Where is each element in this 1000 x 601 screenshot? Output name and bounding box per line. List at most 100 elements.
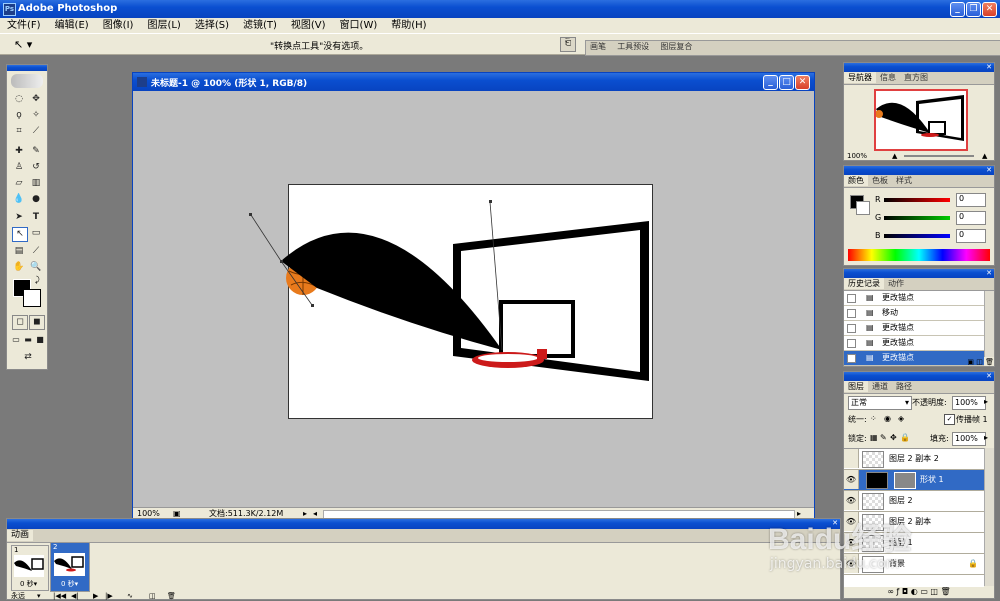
standard-mode-icon[interactable]: ◻ — [12, 315, 28, 330]
well-tab-layer-comps[interactable]: 图层复合 — [656, 41, 696, 52]
g-value[interactable]: 0 — [956, 211, 986, 225]
palette-well-icon[interactable]: ⎗ — [560, 37, 576, 52]
tween-icon[interactable]: ∿ — [127, 591, 133, 601]
history-brush-source-icon[interactable] — [847, 339, 856, 348]
frame-1-delay[interactable]: 0 秒▾ — [20, 579, 37, 589]
brush-tool-icon[interactable]: ✎ — [29, 145, 43, 158]
unify-position-icon[interactable]: ⁘ — [870, 414, 877, 423]
navigator-zoom-field[interactable]: 100% — [847, 151, 867, 161]
history-brush-source-icon[interactable] — [847, 324, 856, 333]
background-color-swatch[interactable] — [23, 289, 41, 307]
history-brush-source-icon[interactable] — [847, 309, 856, 318]
new-group-icon[interactable]: ▭ — [920, 587, 928, 596]
lock-position-icon[interactable]: ✥ — [890, 433, 897, 442]
new-document-from-state-icon[interactable]: ▣ — [967, 358, 974, 366]
next-frame-icon[interactable]: |▶ — [105, 591, 113, 601]
hand-tool-icon[interactable]: ✋ — [12, 261, 26, 274]
path-selection-icon[interactable]: ➤ — [12, 211, 26, 224]
blend-mode-select[interactable]: 正常 ▾ — [848, 396, 912, 410]
color-close-icon[interactable]: ✕ — [986, 166, 992, 174]
frame-2-delay[interactable]: 0 秒▾ — [61, 579, 78, 589]
dodge-tool-icon[interactable]: ● — [29, 193, 43, 206]
doc-maximize-button[interactable]: □ — [779, 75, 794, 90]
zoom-tool-icon[interactable]: 🔍 — [29, 261, 43, 274]
layer-style-icon[interactable]: ƒ — [897, 587, 900, 596]
tab-layers[interactable]: 图层 — [844, 381, 868, 392]
fill-arrow-icon[interactable]: ▸ — [984, 433, 988, 442]
navigator-thumbnail[interactable] — [874, 89, 968, 151]
well-tab-brushes[interactable]: 画笔 — [586, 41, 610, 52]
animation-frame-1[interactable]: 1 0 秒▾ — [11, 545, 49, 591]
tab-navigator[interactable]: 导航器 — [844, 72, 876, 83]
history-brush-icon[interactable]: ↺ — [29, 161, 43, 174]
menu-filter[interactable]: 滤镜(T) — [236, 18, 284, 34]
b-slider[interactable] — [884, 234, 950, 238]
delete-frame-icon[interactable]: 🗑 — [167, 591, 176, 601]
eraser-tool-icon[interactable]: ▱ — [12, 177, 26, 190]
move-tool-icon[interactable]: ✥ — [29, 93, 43, 106]
first-frame-icon[interactable]: |◀◀ — [53, 591, 66, 601]
history-brush-source-icon[interactable] — [847, 294, 856, 303]
menu-help[interactable]: 帮助(H) — [384, 18, 433, 34]
loop-dropdown-icon[interactable]: ▾ — [37, 591, 41, 601]
opacity-arrow-icon[interactable]: ▸ — [984, 397, 988, 406]
pen-tool-icon[interactable]: ↖ — [12, 227, 28, 242]
menu-view[interactable]: 视图(V) — [284, 18, 333, 34]
navigator-close-icon[interactable]: ✕ — [986, 63, 992, 71]
navigator-zoom-slider[interactable] — [904, 155, 974, 157]
history-item[interactable]: ▤ 更改锚点 — [844, 321, 984, 336]
doc-close-button[interactable]: ✕ — [795, 75, 810, 90]
menu-window[interactable]: 窗口(W) — [333, 18, 385, 34]
history-close-icon[interactable]: ✕ — [986, 269, 992, 277]
history-delete-icon[interactable]: 🗑 — [985, 358, 994, 366]
prev-frame-icon[interactable]: ◀| — [71, 591, 79, 601]
unify-style-icon[interactable]: ◈ — [898, 414, 904, 423]
layer-visibility-icon[interactable]: 👁 — [844, 512, 859, 531]
layer-row[interactable]: 👁 形状 1 — [844, 470, 984, 491]
tab-swatches[interactable]: 色板 — [868, 175, 892, 186]
layer-row[interactable]: 👁 背景 🔒 — [844, 554, 984, 575]
lasso-tool-icon[interactable]: ϙ — [12, 109, 26, 122]
tab-paths[interactable]: 路径 — [892, 381, 916, 392]
close-button[interactable]: ✕ — [982, 2, 997, 17]
menu-edit[interactable]: 编辑(E) — [48, 18, 96, 34]
jump-to-imageready-icon[interactable]: ⇄ — [17, 351, 39, 364]
layer-visibility-icon[interactable] — [844, 449, 859, 468]
history-item[interactable]: ▤ 更改锚点 — [844, 291, 984, 306]
unify-visibility-icon[interactable]: ◉ — [884, 414, 891, 423]
lock-transparency-icon[interactable]: ▦ — [870, 433, 878, 442]
tab-channels[interactable]: 通道 — [868, 381, 892, 392]
tab-histogram[interactable]: 直方图 — [900, 72, 932, 83]
fill-field[interactable]: 100% — [952, 432, 986, 446]
new-snapshot-icon[interactable]: ◫ — [976, 358, 983, 366]
eyedropper-tool-icon[interactable]: ⟋ — [29, 245, 43, 258]
g-slider[interactable] — [884, 216, 950, 220]
loop-select[interactable]: 永远 — [11, 591, 25, 601]
menu-file[interactable]: 文件(F) — [0, 18, 48, 34]
swap-colors-icon[interactable]: ⤸ — [35, 275, 40, 285]
tab-animation[interactable]: 动画 — [7, 530, 34, 541]
tab-info[interactable]: 信息 — [876, 72, 900, 83]
tab-color[interactable]: 颜色 — [844, 175, 868, 186]
color-spectrum-bar[interactable] — [848, 249, 990, 261]
r-value[interactable]: 0 — [956, 193, 986, 207]
tab-styles[interactable]: 样式 — [892, 175, 916, 186]
layer-row[interactable]: 👁 图层 2 副本 — [844, 512, 984, 533]
color-bg-swatch[interactable] — [856, 201, 870, 215]
crop-tool-icon[interactable]: ⌗ — [12, 125, 26, 138]
marquee-tool-icon[interactable]: ◌ — [12, 93, 26, 106]
notes-tool-icon[interactable]: ▤ — [12, 245, 26, 258]
quick-mask-mode-icon[interactable]: ◼ — [29, 315, 45, 330]
convert-point-icon[interactable]: ↖ ▾ — [14, 38, 32, 51]
r-slider[interactable] — [884, 198, 950, 202]
layers-close-icon[interactable]: ✕ — [986, 372, 992, 380]
delete-layer-icon[interactable]: 🗑 — [941, 587, 951, 596]
healing-brush-icon[interactable]: ✚ — [12, 145, 26, 158]
slice-tool-icon[interactable]: ⟋ — [29, 125, 43, 138]
play-icon[interactable]: ▶ — [93, 591, 98, 601]
magic-wand-tool-icon[interactable]: ✧ — [29, 109, 43, 122]
type-tool-icon[interactable]: T — [29, 211, 43, 224]
opacity-field[interactable]: 100% — [952, 396, 986, 410]
history-scrollbar[interactable] — [984, 291, 994, 357]
layer-row[interactable]: 图层 2 副本 2 — [844, 449, 984, 470]
